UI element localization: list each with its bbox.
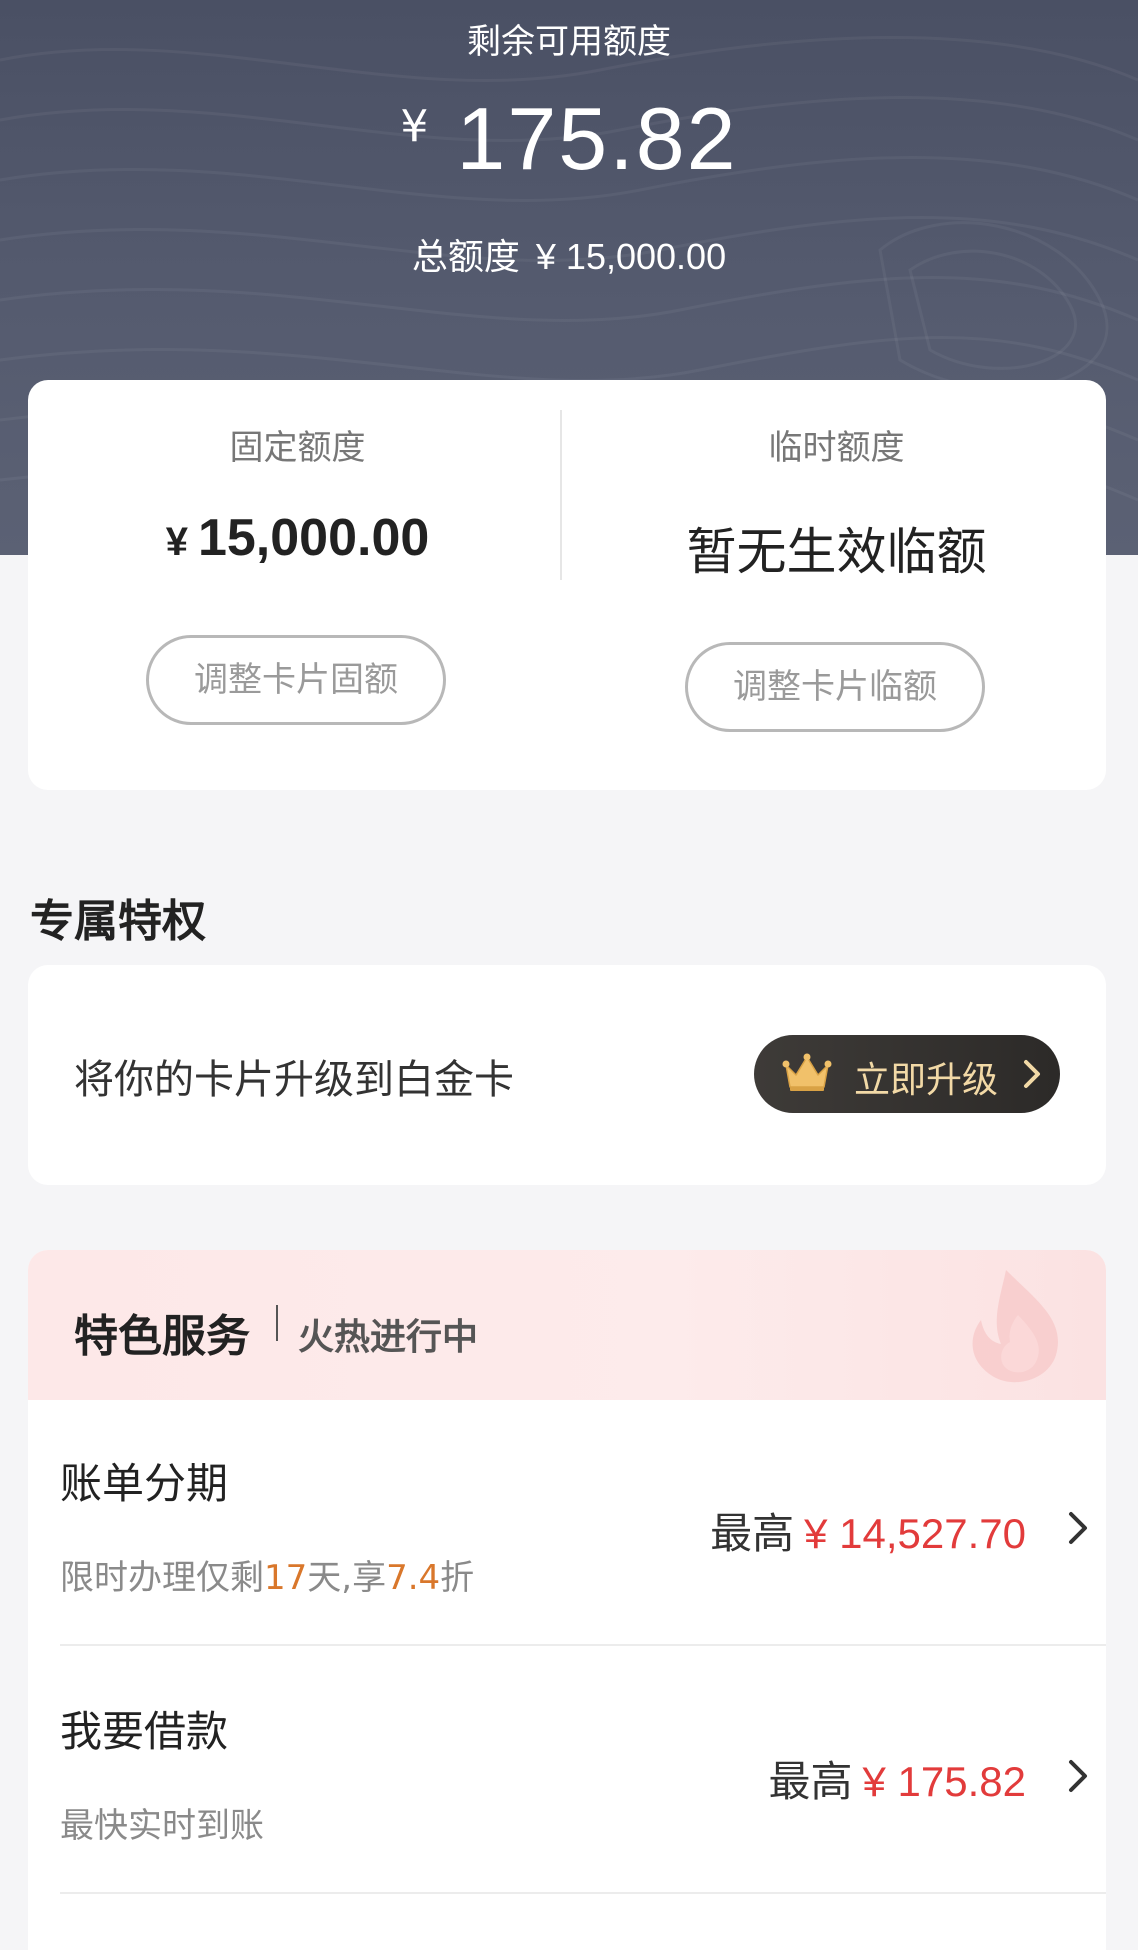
max-amount-value: ¥ 14,527.70 <box>804 1510 1026 1557</box>
services-subtitle: 火热进行中 <box>298 1317 479 1358</box>
upgrade-now-button[interactable]: 立即升级 <box>754 1035 1060 1113</box>
desc-text: 限时办理仅剩 <box>60 1558 264 1598</box>
max-prefix: 最高 <box>710 1509 795 1558</box>
upgrade-now-label: 立即升级 <box>854 1060 999 1101</box>
days-remaining: 17 <box>264 1558 308 1598</box>
chevron-right-icon <box>1069 1760 1087 1792</box>
total-credit-value: ¥ 15,000.00 <box>535 236 727 277</box>
crown-icon <box>782 1053 832 1091</box>
temporary-quota-label: 临时额度 <box>768 428 905 468</box>
total-credit: 总额度 ¥ 15,000.00 <box>0 228 1138 280</box>
available-credit-value: 175.82 <box>456 89 738 188</box>
services-card: 特色服务 火热进行中 账单分期 限时办理仅剩17天,享7.4折 最高 ¥ 14,5… <box>28 1250 1106 1950</box>
service-description: 最快实时到账 <box>60 1806 264 1846</box>
service-item-installment[interactable]: 账单分期 限时办理仅剩17天,享7.4折 最高 ¥ 14,527.70 <box>28 1400 1106 1646</box>
desc-text: 折 <box>440 1558 475 1598</box>
total-credit-label: 总额度 <box>411 237 520 278</box>
discount-value: 7.4 <box>386 1558 441 1598</box>
service-max-amount: 最高 ¥ 14,527.70 <box>710 1500 1026 1561</box>
flame-icon <box>972 1270 1058 1383</box>
row-divider <box>60 1644 1106 1646</box>
available-credit-amount: ¥175.82 <box>0 88 1138 190</box>
service-description: 限时办理仅剩17天,享7.4折 <box>60 1550 474 1599</box>
service-name: 账单分期 <box>60 1459 229 1508</box>
quota-divider <box>560 410 562 580</box>
service-name: 我要借款 <box>60 1707 229 1756</box>
adjust-fixed-quota-button[interactable]: 调整卡片固额 <box>146 635 446 725</box>
services-title-separator <box>276 1305 278 1341</box>
services-header: 特色服务 火热进行中 <box>28 1250 1106 1400</box>
temporary-quota-value: 暂无生效临额 <box>686 523 987 581</box>
temporary-quota-section: 临时额度 暂无生效临额 调整卡片临额 <box>567 380 1106 790</box>
max-amount-value: ¥ 175.82 <box>862 1758 1027 1805</box>
fixed-quota-amount: 15,000.00 <box>197 509 430 567</box>
row-divider <box>60 1892 1106 1894</box>
fixed-quota-value: ¥15,000.00 <box>28 508 567 568</box>
fixed-quota-label: 固定额度 <box>229 428 366 468</box>
currency-symbol: ¥ <box>165 520 188 564</box>
max-prefix: 最高 <box>768 1757 853 1806</box>
quota-card: 固定额度 ¥15,000.00 调整卡片固额 临时额度 暂无生效临额 调整卡片临… <box>28 380 1106 790</box>
fixed-quota-section: 固定额度 ¥15,000.00 调整卡片固额 <box>28 380 567 790</box>
services-title: 特色服务 <box>74 1311 250 1362</box>
currency-symbol: ¥ <box>400 101 429 152</box>
service-max-amount: 最高 ¥ 175.82 <box>768 1748 1026 1809</box>
service-item-loan[interactable]: 我要借款 最快实时到账 最高 ¥ 175.82 <box>28 1648 1106 1894</box>
chevron-right-icon <box>1024 1060 1040 1088</box>
upgrade-card: 将你的卡片升级到白金卡 立即升级 <box>28 965 1106 1185</box>
chevron-right-icon <box>1069 1512 1087 1544</box>
adjust-temporary-quota-button[interactable]: 调整卡片临额 <box>685 642 985 732</box>
upgrade-promo-text: 将你的卡片升级到白金卡 <box>74 1057 514 1103</box>
available-credit-label: 剩余可用额度 <box>467 22 671 62</box>
desc-text: 天,享 <box>307 1558 387 1598</box>
privileges-section-title: 专属特权 <box>30 896 206 947</box>
